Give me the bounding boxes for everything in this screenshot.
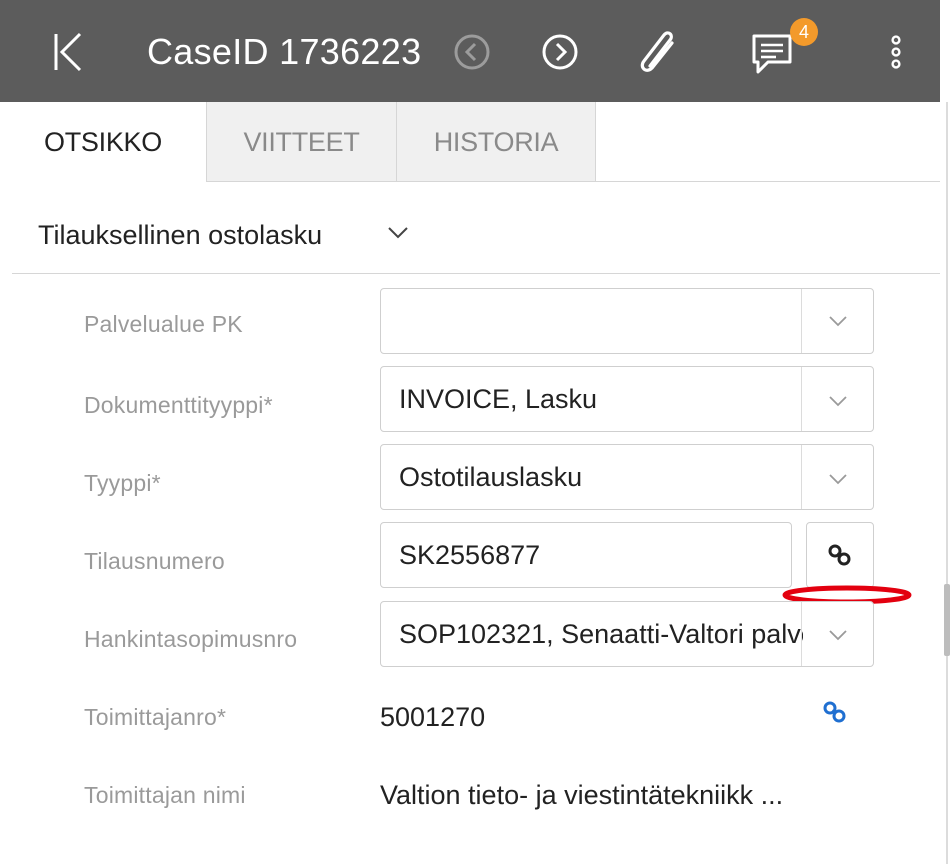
tab-historia[interactable]: HISTORIA (396, 102, 596, 182)
comment-icon[interactable] (748, 30, 796, 78)
collapse-left-icon[interactable] (46, 30, 86, 74)
circle-chevron-right-icon[interactable] (540, 32, 580, 72)
case-title: CaseID 1736223 (147, 31, 422, 72)
scrollbar-track (946, 102, 948, 864)
chevron-down-icon[interactable] (386, 222, 410, 242)
notification-badge: 4 (790, 18, 818, 46)
link-icon[interactable] (822, 700, 848, 724)
scrollbar-thumb[interactable] (944, 584, 950, 656)
chevron-down-icon[interactable] (802, 445, 874, 509)
tyyppi-value: Ostotilauslasku (399, 462, 583, 492)
link-order-button[interactable] (806, 522, 874, 588)
link-icon (828, 544, 851, 566)
section-title[interactable]: Tilauksellinen ostolasku (38, 208, 322, 262)
toimittajanro-value: 5001270 (380, 702, 486, 732)
hankintasopimus-label: Hankintasopimusnro (84, 626, 298, 652)
tyyppi-select[interactable]: Ostotilauslasku (380, 444, 874, 510)
dokumenttityyppi-label: Dokumenttityyppi* (84, 392, 273, 418)
tab-viitteet[interactable]: VIITTEET (206, 102, 396, 182)
chevron-down-icon[interactable] (802, 289, 874, 353)
vertical-dots-icon[interactable] (888, 34, 904, 74)
chevron-down-icon[interactable] (802, 602, 874, 666)
toimittajanro-label: Toimittajanro* (84, 704, 227, 730)
toimittajan-nimi-value: Valtion tieto- ja viestintätekniikk ... (380, 780, 784, 810)
tilausnumero-input[interactable]: SK2556877 (380, 522, 792, 588)
scrollbar[interactable] (940, 0, 952, 864)
tab-underline (596, 181, 940, 182)
circle-chevron-left-icon[interactable] (452, 32, 492, 72)
tilausnumero-value: SK2556877 (399, 540, 541, 570)
tilausnumero-label: Tilausnumero (84, 548, 225, 574)
palvelualue-label: Palvelualue PK (84, 311, 243, 337)
dokumenttityyppi-value: INVOICE, Lasku (399, 384, 598, 414)
tab-bar: OTSIKKO VIITTEET HISTORIA (0, 102, 940, 182)
hankintasopimus-value: SOP102321, Senaatti-Valtori palvelut (399, 619, 803, 649)
tyyppi-label: Tyyppi* (84, 470, 161, 496)
palvelualue-select[interactable] (380, 288, 874, 354)
paperclip-icon[interactable] (636, 26, 682, 78)
dokumenttityyppi-select[interactable]: INVOICE, Lasku (380, 366, 874, 432)
hankintasopimus-select[interactable]: SOP102321, Senaatti-Valtori palvelut (380, 601, 874, 667)
case-header: CaseID 1736223 4 (0, 0, 940, 102)
tab-otsikko[interactable]: OTSIKKO (0, 102, 206, 182)
toimittajan-nimi-label: Toimittajan nimi (84, 782, 246, 808)
chevron-down-icon[interactable] (802, 367, 874, 431)
section-divider (12, 273, 940, 274)
